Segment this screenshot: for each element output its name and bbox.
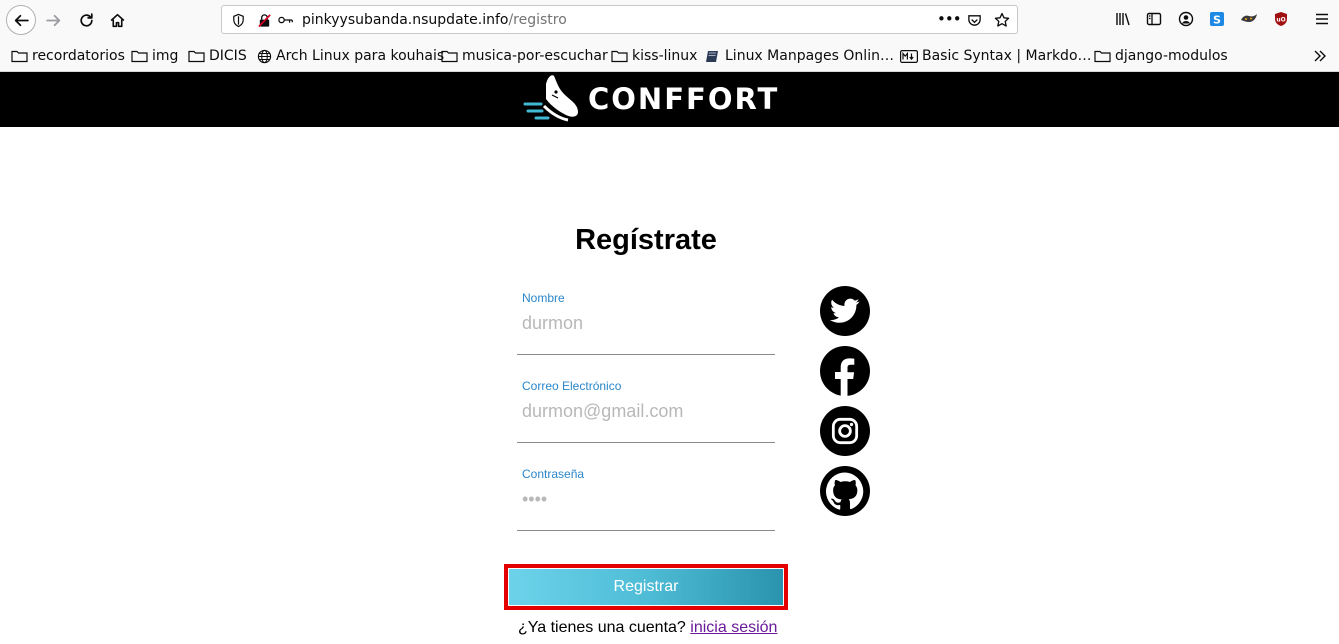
page-actions-menu-icon[interactable]: ••• [937,10,962,28]
site-header: CONFFORT [0,72,1339,127]
password-input[interactable] [522,487,767,511]
password-label: Contraseña [522,467,585,481]
bookmark-label: Linux Manpages Onlin… [725,48,894,64]
bookmark-folder[interactable]: django-modulos [1094,47,1228,65]
url-path: /registro [508,12,567,28]
account-icon[interactable] [1177,10,1195,28]
url-bar[interactable]: pinkyysubanda.nsupdate.info/registro ••• [221,5,1018,34]
bookmark-label: recordatorios [32,48,125,64]
instagram-button[interactable] [820,406,870,456]
page-title: Regístrate [575,224,717,256]
bookmarks-overflow-button[interactable] [1313,47,1331,65]
sneaker-icon [523,75,578,122]
svg-text:uO: uO [1276,17,1285,24]
folder-icon [611,50,628,63]
insecure-lock-icon[interactable] [256,12,272,28]
login-prompt: ¿Ya tienes una cuenta? inicia sesión [518,619,777,637]
github-icon [826,472,864,510]
email-input[interactable] [522,399,767,423]
login-prompt-text: ¿Ya tienes una cuenta? [518,619,686,636]
folder-icon [1094,50,1111,63]
bookmark-label: DICIS [209,48,247,64]
pocket-icon[interactable] [966,12,982,28]
instagram-icon [831,417,859,445]
name-field: Nombre [517,291,775,355]
globe-icon [257,49,272,63]
facebook-button[interactable] [820,346,870,396]
sidebar-icon[interactable] [1145,10,1163,28]
extension-s-icon[interactable]: S [1208,10,1226,28]
bookmark-label: img [152,48,179,64]
home-button[interactable] [103,6,131,34]
browser-toolbar: pinkyysubanda.nsupdate.info/registro •••… [0,0,1339,39]
folder-icon [441,50,458,63]
folder-icon [131,50,148,63]
bookmark-folder[interactable]: kiss-linux [611,47,697,65]
bookmark-label: Basic Syntax | Markdo… [922,48,1092,64]
arrow-left-icon [14,14,29,26]
back-button[interactable] [6,5,36,35]
bookmark-label: Arch Linux para kouhais [276,48,445,64]
twitter-icon [830,298,860,323]
folder-icon [11,50,28,63]
github-button[interactable] [820,466,870,516]
markdown-icon [900,49,918,63]
hamburger-menu-icon[interactable] [1313,10,1331,28]
url-host: pinkyysubanda.nsupdate.info [302,12,509,28]
svg-text:S: S [1213,14,1221,27]
key-icon[interactable] [278,12,294,28]
email-field: Correo Electrónico [517,379,775,443]
folder-icon [188,50,205,63]
home-icon [110,13,124,27]
chevron-double-right-icon [1314,50,1326,62]
book-icon [706,50,718,62]
brand-logo[interactable]: CONFFORT [522,72,777,127]
bookmark-folder[interactable]: musica-por-escuchar [441,47,608,65]
email-label: Correo Electrónico [522,379,622,393]
facebook-icon [835,358,855,396]
name-label: Nombre [522,291,565,305]
bookmark-folder[interactable]: DICIS [188,47,247,65]
bookmarks-toolbar: recordatorios img DICIS Arch Linux para … [0,39,1339,72]
bookmark-label: musica-por-escuchar [462,48,608,64]
library-icon[interactable] [1114,10,1132,28]
login-link[interactable]: inicia sesión [690,619,777,636]
bookmark-link[interactable]: Arch Linux para kouhais [257,47,444,65]
twitter-button[interactable] [820,286,870,336]
arrow-right-icon [45,14,60,26]
password-field: Contraseña [517,467,775,531]
bookmark-folder[interactable]: recordatorios [11,47,125,65]
reload-icon [79,12,93,27]
brand-name: CONFFORT [588,82,780,116]
forward-button[interactable] [39,6,67,34]
reload-button[interactable] [72,6,100,34]
bookmark-link[interactable]: Basic Syntax | Markdo… [900,47,1092,65]
bookmark-folder[interactable]: img [131,47,178,65]
bookmark-label: django-modulos [1115,48,1228,64]
tracking-shield-icon[interactable] [230,12,246,28]
ublock-origin-icon[interactable]: uO [1272,10,1290,28]
extension-mask-icon[interactable] [1240,10,1258,28]
bookmark-star-icon[interactable] [994,12,1010,28]
bookmark-link[interactable]: Linux Manpages Onlin… [705,47,894,65]
bookmark-label: kiss-linux [632,48,698,64]
name-input[interactable] [522,311,767,335]
register-button[interactable]: Registrar [509,569,783,605]
url-text[interactable]: pinkyysubanda.nsupdate.info/registro [302,12,567,28]
